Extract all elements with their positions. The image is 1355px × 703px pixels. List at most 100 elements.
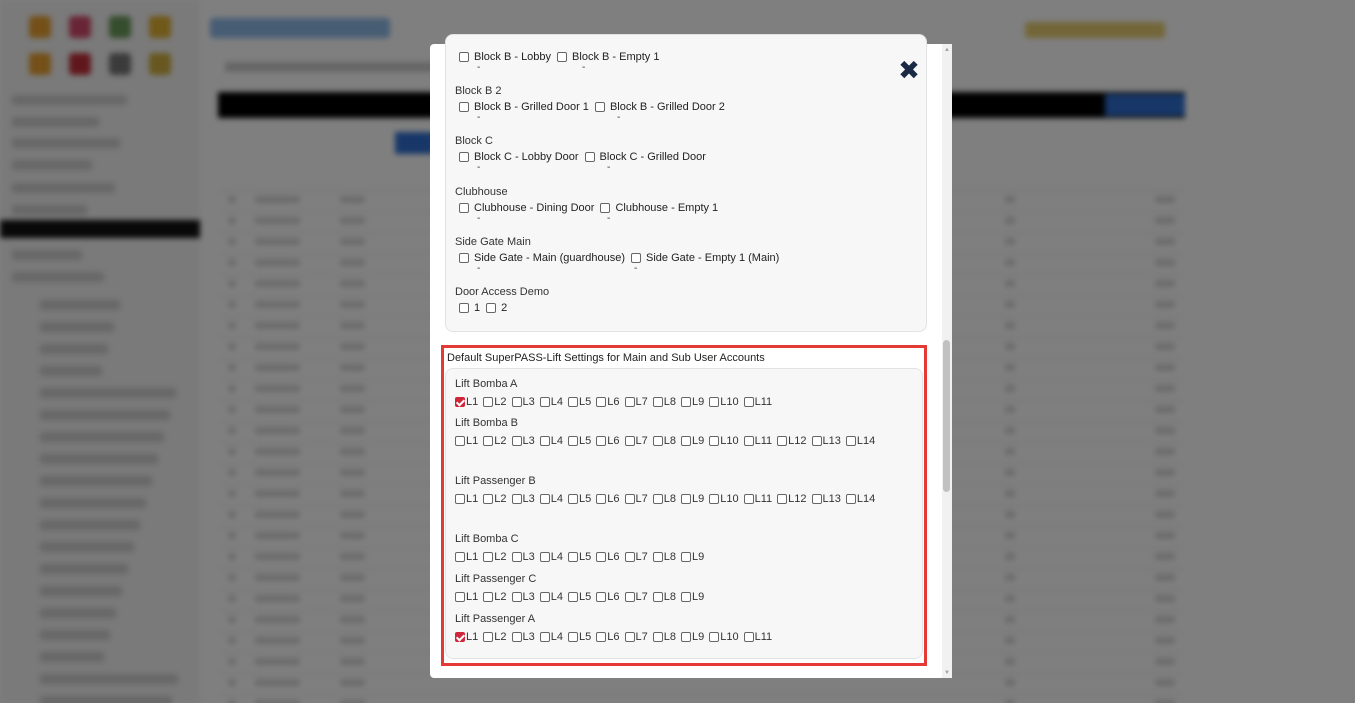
door-checkbox[interactable]: [459, 152, 469, 162]
lift-level-option[interactable]: L9: [681, 629, 704, 644]
lift-level-option[interactable]: L8: [652, 433, 676, 448]
lift-level-checkbox[interactable]: [483, 591, 494, 602]
lift-level-checkbox[interactable]: [624, 631, 635, 642]
lift-level-option[interactable]: L10: [709, 394, 739, 409]
lift-level-checkbox[interactable]: [596, 435, 607, 446]
lift-level-option[interactable]: L4: [539, 491, 563, 506]
lift-level-checkbox[interactable]: [777, 493, 788, 504]
lift-level-option[interactable]: L6: [596, 549, 620, 564]
lift-level-checkbox[interactable]: [568, 493, 578, 504]
lift-level-option[interactable]: L10: [709, 491, 739, 506]
door-option[interactable]: Block B - Lobby: [459, 51, 551, 63]
lift-level-option[interactable]: L11: [743, 629, 772, 644]
lift-level-option[interactable]: L8: [652, 549, 676, 564]
lift-level-option[interactable]: L5: [568, 491, 591, 506]
lift-level-option[interactable]: L3: [511, 629, 535, 644]
lift-level-checkbox[interactable]: [483, 396, 494, 407]
door-checkbox[interactable]: [584, 152, 595, 162]
door-checkbox[interactable]: [486, 303, 497, 313]
lift-level-checkbox[interactable]: [596, 493, 607, 504]
lift-level-checkbox[interactable]: [539, 591, 550, 602]
lift-level-option[interactable]: L6: [596, 433, 620, 448]
lift-level-option[interactable]: L5: [568, 629, 591, 644]
door-option[interactable]: Side Gate - Empty 1 (Main): [631, 252, 779, 264]
lift-level-checkbox[interactable]: [652, 493, 663, 504]
lift-level-checkbox[interactable]: [624, 591, 635, 602]
door-option[interactable]: Block B - Grilled Door 2: [594, 101, 725, 113]
lift-level-option[interactable]: L7: [624, 549, 648, 564]
lift-level-checkbox[interactable]: [596, 631, 607, 642]
lift-level-option[interactable]: L1: [455, 549, 478, 564]
lift-level-option[interactable]: L1: [455, 629, 478, 644]
door-option[interactable]: Side Gate - Main (guardhouse): [459, 252, 625, 264]
lift-level-checkbox[interactable]: [652, 435, 663, 446]
lift-level-checkbox[interactable]: [539, 493, 550, 504]
lift-level-option[interactable]: L4: [539, 629, 563, 644]
lift-level-option[interactable]: L7: [624, 433, 648, 448]
door-checkbox[interactable]: [594, 102, 605, 112]
lift-level-checkbox[interactable]: [596, 396, 607, 407]
lift-level-checkbox[interactable]: [511, 591, 522, 602]
lift-level-option[interactable]: L9: [681, 433, 704, 448]
lift-level-checkbox[interactable]: [596, 551, 607, 562]
close-icon[interactable]: ✖: [897, 58, 921, 84]
lift-level-checkbox[interactable]: [652, 396, 663, 407]
lift-level-option[interactable]: L5: [568, 394, 591, 409]
lift-level-option[interactable]: L2: [483, 549, 507, 564]
lift-level-option[interactable]: L4: [539, 589, 563, 604]
lift-level-option[interactable]: L10: [709, 433, 739, 448]
lift-level-checkbox[interactable]: [568, 631, 578, 642]
lift-level-checkbox[interactable]: [845, 493, 856, 504]
lift-level-option[interactable]: L2: [483, 433, 507, 448]
lift-level-checkbox[interactable]: [568, 551, 578, 562]
lift-level-option[interactable]: L12: [777, 433, 807, 448]
lift-level-checkbox[interactable]: [539, 551, 550, 562]
lift-level-option[interactable]: L2: [483, 491, 507, 506]
lift-level-checkbox[interactable]: [455, 591, 465, 602]
lift-level-checkbox[interactable]: [624, 435, 635, 446]
lift-level-option[interactable]: L6: [596, 491, 620, 506]
lift-level-option[interactable]: L8: [652, 491, 676, 506]
door-checkbox[interactable]: [459, 303, 469, 313]
lift-level-option[interactable]: L6: [596, 394, 620, 409]
lift-level-option[interactable]: L13: [811, 491, 841, 506]
lift-level-option[interactable]: L7: [624, 491, 648, 506]
lift-level-checkbox[interactable]: [681, 396, 691, 407]
modal-scrollbar-thumb[interactable]: [943, 340, 950, 492]
lift-level-checkbox[interactable]: [709, 493, 720, 504]
door-checkbox[interactable]: [459, 52, 469, 62]
lift-level-checkbox[interactable]: [483, 551, 494, 562]
lift-level-checkbox[interactable]: [652, 631, 663, 642]
lift-level-checkbox[interactable]: [652, 591, 663, 602]
lift-level-option[interactable]: L9: [681, 394, 704, 409]
lift-level-checkbox[interactable]: [709, 435, 720, 446]
lift-level-checkbox[interactable]: [511, 631, 522, 642]
lift-level-checkbox[interactable]: [483, 435, 494, 446]
lift-level-option[interactable]: L12: [777, 491, 807, 506]
lift-level-checkbox[interactable]: [455, 396, 465, 407]
lift-level-option[interactable]: L9: [681, 589, 704, 604]
lift-level-checkbox[interactable]: [681, 551, 691, 562]
lift-level-option[interactable]: L4: [539, 394, 563, 409]
lift-level-option[interactable]: L11: [743, 394, 772, 409]
lift-level-checkbox[interactable]: [624, 396, 635, 407]
lift-level-option[interactable]: L13: [811, 433, 841, 448]
lift-level-option[interactable]: L8: [652, 629, 676, 644]
lift-level-option[interactable]: L7: [624, 394, 648, 409]
door-option[interactable]: 2: [486, 302, 507, 314]
door-option[interactable]: 1: [459, 302, 480, 314]
lift-level-option[interactable]: L2: [483, 589, 507, 604]
lift-level-checkbox[interactable]: [568, 396, 578, 407]
lift-level-checkbox[interactable]: [483, 631, 494, 642]
door-checkbox[interactable]: [631, 253, 642, 263]
lift-level-option[interactable]: L1: [455, 433, 478, 448]
door-checkbox[interactable]: [459, 102, 469, 112]
lift-level-option[interactable]: L6: [596, 589, 620, 604]
lift-level-checkbox[interactable]: [709, 396, 720, 407]
lift-level-option[interactable]: L5: [568, 589, 591, 604]
lift-level-option[interactable]: L3: [511, 433, 535, 448]
lift-level-option[interactable]: L3: [511, 491, 535, 506]
lift-level-option[interactable]: L9: [681, 491, 704, 506]
lift-level-checkbox[interactable]: [511, 493, 522, 504]
lift-level-checkbox[interactable]: [539, 631, 550, 642]
